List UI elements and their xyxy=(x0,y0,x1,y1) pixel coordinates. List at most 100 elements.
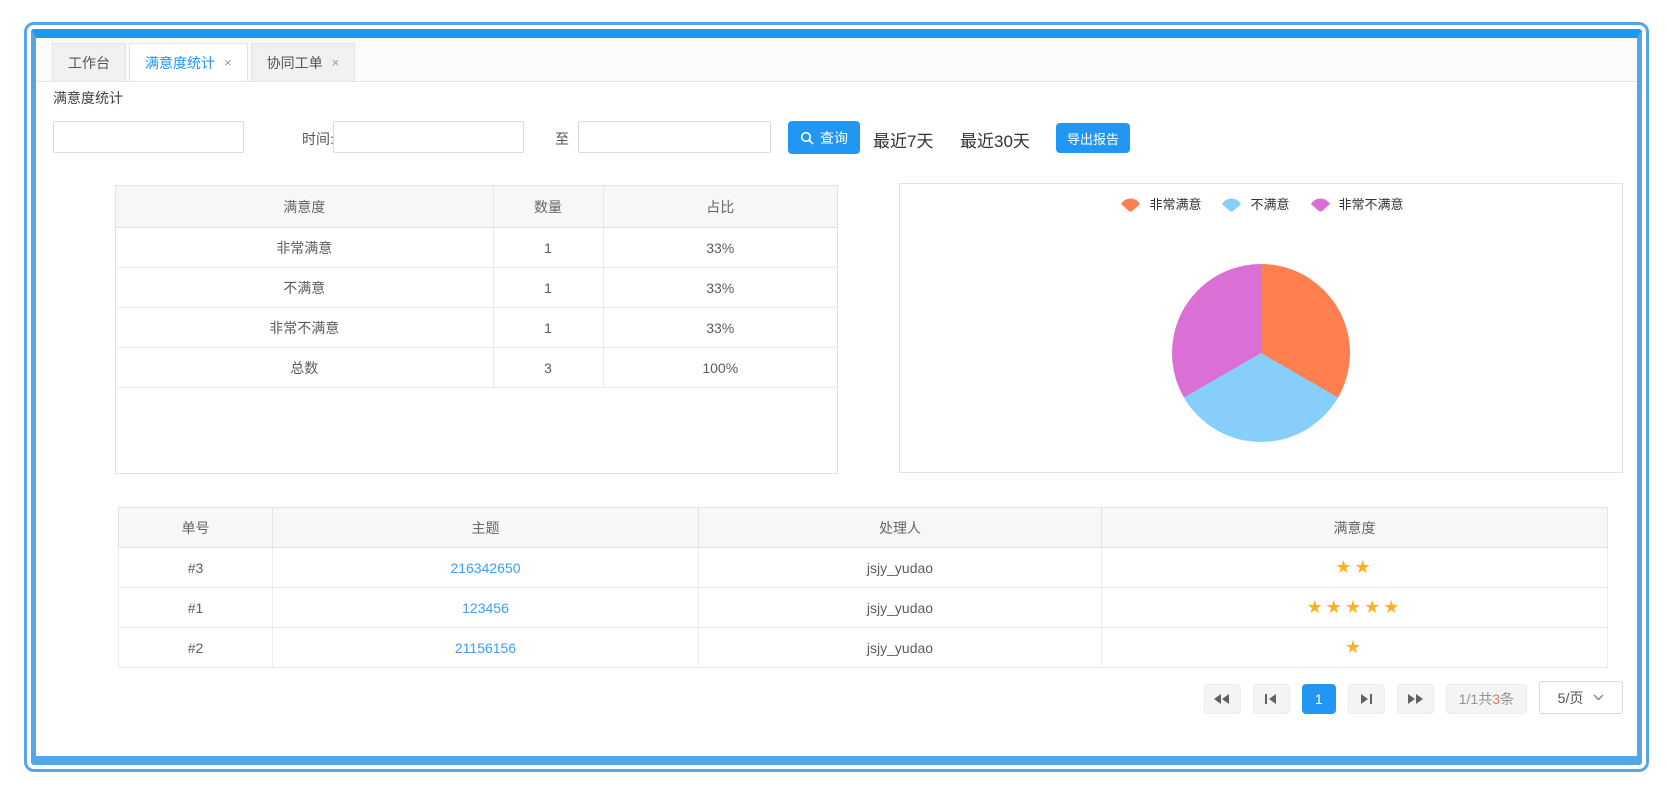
tickets-header-subject: 主题 xyxy=(273,508,699,548)
first-page-icon xyxy=(1213,693,1231,705)
summary-cell: 非常不满意 xyxy=(116,308,493,348)
search-button-label: 查询 xyxy=(820,128,848,148)
outer-frame: 工作台 满意度统计 × 协同工单 × 满意度统计 时间: 至 xyxy=(24,22,1649,772)
summary-cell: 33% xyxy=(603,228,837,268)
pagination: 1 1/1共3条 5/页 xyxy=(1204,684,1623,714)
page-size-select[interactable]: 5/页 xyxy=(1539,681,1623,714)
prev-page-button[interactable] xyxy=(1253,684,1290,714)
legend-item[interactable]: 非常不满意 xyxy=(1308,194,1404,213)
tickets-header-order: 单号 xyxy=(119,508,273,548)
keyword-input[interactable] xyxy=(53,121,244,153)
ticket-stars-cell: ★★★★★ xyxy=(1102,588,1608,628)
chevron-down-icon xyxy=(1593,694,1604,701)
legend-label: 非常满意 xyxy=(1149,194,1201,213)
ticket-order-cell: #2 xyxy=(119,628,273,668)
tab-label: 满意度统计 xyxy=(145,53,215,73)
chart-legend: 非常满意不满意 非常不满意 xyxy=(900,194,1622,213)
pie-sector-icon xyxy=(1219,196,1244,212)
pagination-info: 1/1共3条 xyxy=(1446,684,1527,714)
ticket-row: #3 216342650 jsjy_yudao ★★ xyxy=(119,548,1608,588)
first-page-button[interactable] xyxy=(1204,684,1241,714)
star-rating: ★★★★★ xyxy=(1307,597,1403,617)
ticket-stars-cell: ★ xyxy=(1102,628,1608,668)
legend-label: 非常不满意 xyxy=(1339,194,1404,213)
summary-cell: 不满意 xyxy=(116,268,493,308)
date-from-input[interactable] xyxy=(333,121,524,153)
ticket-handler-cell: jsjy_yudao xyxy=(699,548,1102,588)
tickets-header-satisfaction: 满意度 xyxy=(1102,508,1608,548)
quick-range-7days[interactable]: 最近7天 xyxy=(873,127,933,152)
ticket-subject-link[interactable]: 123456 xyxy=(462,600,509,616)
next-page-icon xyxy=(1359,693,1373,705)
quick-range-30days[interactable]: 最近30天 xyxy=(960,127,1030,152)
filter-bar: 时间: 至 查询 最近7天 最近30天 导出报告 xyxy=(36,121,1637,157)
legend-item[interactable]: 不满意 xyxy=(1219,194,1289,213)
tickets-header-handler: 处理人 xyxy=(699,508,1102,548)
pie-sector-icon xyxy=(1308,196,1333,212)
tickets-header-row: 单号 主题 处理人 满意度 xyxy=(119,508,1608,548)
summary-panel: 满意度 数量 占比 非常满意133%不满意133%非常不满意133%总数3100… xyxy=(115,185,838,474)
summary-header-ratio: 占比 xyxy=(603,186,837,228)
page-title: 满意度统计 xyxy=(53,88,123,108)
summary-header-row: 满意度 数量 占比 xyxy=(116,186,837,228)
star-rating: ★★ xyxy=(1335,557,1373,577)
close-icon[interactable]: × xyxy=(332,55,340,70)
tab-label: 工作台 xyxy=(68,53,110,73)
ticket-order-cell: #1 xyxy=(119,588,273,628)
page-number-button[interactable]: 1 xyxy=(1302,684,1336,714)
tab-collab-orders[interactable]: 协同工单 × xyxy=(251,43,356,81)
ticket-stars-cell: ★★ xyxy=(1102,548,1608,588)
ticket-subject-cell: 123456 xyxy=(273,588,699,628)
pagination-info-prefix: 1/1共 xyxy=(1459,689,1492,709)
pagination-total-count: 3 xyxy=(1492,691,1500,707)
last-page-button[interactable] xyxy=(1397,684,1434,714)
tab-label: 协同工单 xyxy=(267,53,323,73)
ticket-handler-cell: jsjy_yudao xyxy=(699,588,1102,628)
time-label: 时间: xyxy=(302,129,334,149)
ticket-row: #2 21156156 jsjy_yudao ★ xyxy=(119,628,1608,668)
ticket-handler-cell: jsjy_yudao xyxy=(699,628,1102,668)
date-to-input[interactable] xyxy=(578,121,771,153)
summary-header-satisfaction: 满意度 xyxy=(116,186,493,228)
pagination-info-suffix: 条 xyxy=(1500,689,1514,709)
summary-cell: 33% xyxy=(603,308,837,348)
ticket-order-cell: #3 xyxy=(119,548,273,588)
ticket-row: #1 123456 jsjy_yudao ★★★★★ xyxy=(119,588,1608,628)
ticket-subject-cell: 21156156 xyxy=(273,628,699,668)
export-report-button[interactable]: 导出报告 xyxy=(1056,123,1130,153)
range-separator: 至 xyxy=(555,129,569,149)
search-button[interactable]: 查询 xyxy=(788,121,860,154)
summary-row: 不满意133% xyxy=(116,268,837,308)
summary-table: 满意度 数量 占比 非常满意133%不满意133%非常不满意133%总数3100… xyxy=(116,186,837,388)
tab-workbench[interactable]: 工作台 xyxy=(52,43,126,81)
summary-cell: 33% xyxy=(603,268,837,308)
prev-page-icon xyxy=(1264,693,1278,705)
summary-cell: 1 xyxy=(493,268,603,308)
star-rating: ★ xyxy=(1345,637,1364,657)
summary-cell: 3 xyxy=(493,348,603,388)
close-icon[interactable]: × xyxy=(224,55,232,70)
summary-cell: 非常满意 xyxy=(116,228,493,268)
summary-cell: 1 xyxy=(493,308,603,348)
summary-cell: 总数 xyxy=(116,348,493,388)
summary-cell: 1 xyxy=(493,228,603,268)
ticket-subject-link[interactable]: 216342650 xyxy=(450,560,520,576)
tab-satisfaction-stats[interactable]: 满意度统计 × xyxy=(129,43,248,81)
chart-panel: 非常满意不满意 非常不满意 xyxy=(899,183,1623,473)
summary-header-count: 数量 xyxy=(493,186,603,228)
ticket-subject-cell: 216342650 xyxy=(273,548,699,588)
summary-row: 总数3100% xyxy=(116,348,837,388)
pie-chart[interactable] xyxy=(1172,264,1350,442)
pie-sector-icon xyxy=(1118,196,1143,212)
next-page-button[interactable] xyxy=(1348,684,1385,714)
search-icon xyxy=(800,131,814,145)
ticket-subject-link[interactable]: 21156156 xyxy=(455,640,516,656)
app-window: 工作台 满意度统计 × 协同工单 × 满意度统计 时间: 至 xyxy=(31,29,1642,765)
tab-bar: 工作台 满意度统计 × 协同工单 × xyxy=(36,38,1637,82)
legend-item[interactable]: 非常满意 xyxy=(1118,194,1201,213)
last-page-icon xyxy=(1406,693,1424,705)
summary-cell: 100% xyxy=(603,348,837,388)
tickets-table: 单号 主题 处理人 满意度 #3 216342650 jsjy_yudao ★★ #1 1… xyxy=(118,507,1608,668)
summary-row: 非常不满意133% xyxy=(116,308,837,348)
summary-row: 非常满意133% xyxy=(116,228,837,268)
